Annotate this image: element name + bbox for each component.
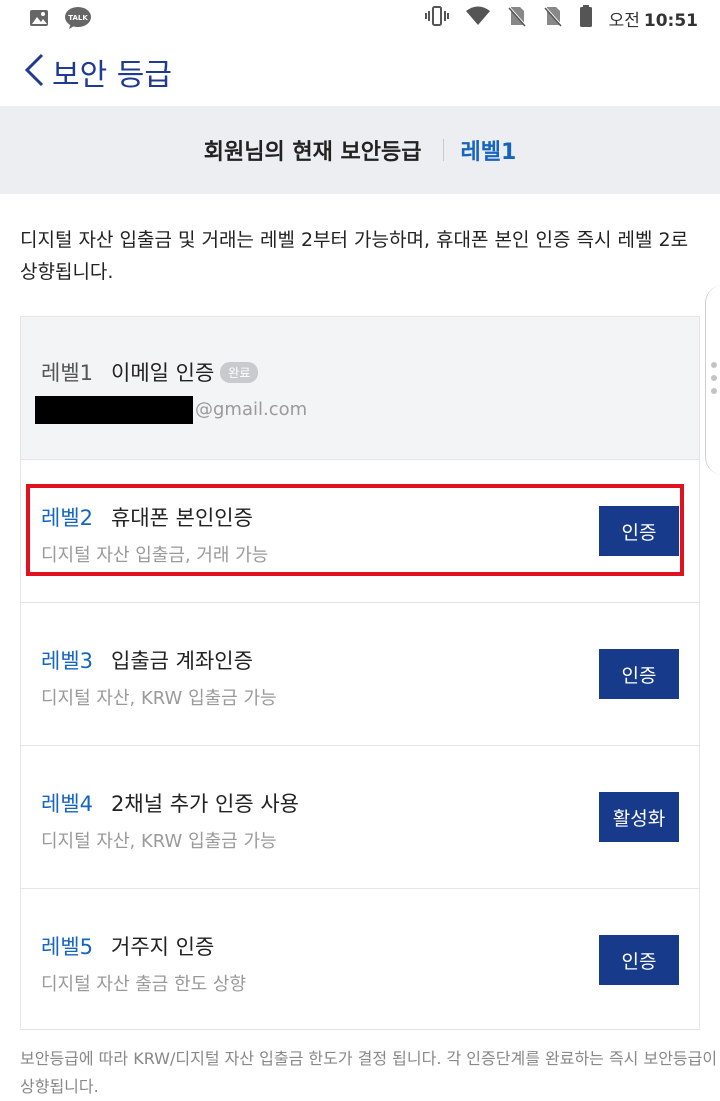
status-bar-left: TALK [28,6,92,34]
level-2-label: 레벨2 [41,506,94,530]
level-1-row: 레벨1 이메일 인증 완료 @gmail.com [21,317,699,460]
level-2-verify-button[interactable]: 인증 [599,506,679,556]
verified-email: @gmail.com [35,396,307,424]
level-2-name: 휴대폰 본인인증 [111,506,253,530]
back-button[interactable] [14,48,54,92]
level-1-name: 이메일 인증 [111,361,215,385]
level-5-subtitle: 디지털 자산 출금 한도 상향 [41,974,247,995]
level-4-row: 레벨4 2채널 추가 인증 사용 디지털 자산, KRW 입출금 가능 활성화 [21,746,699,889]
level-5-label: 레벨5 [41,935,94,959]
vibrate-icon [424,5,449,31]
current-level-banner: 회원님의 현재 보안등급 레벨1 [0,106,720,194]
level-5-verify-button[interactable]: 인증 [599,935,679,985]
level-3-row: 레벨3 입출금 계좌인증 디지털 자산, KRW 입출금 가능 인증 [21,603,699,746]
level-description: 디지털 자산 입출금 및 거래는 레벨 2부터 가능하며, 휴대폰 본인 인증 … [20,229,689,283]
app-header: 보안 등급 [0,36,720,104]
email-redaction [35,396,193,424]
level-3-title: 레벨3 입출금 계좌인증 [41,645,253,675]
level-1-label: 레벨1 [41,361,94,385]
current-level-label: 회원님의 현재 보안등급 [203,140,422,165]
wifi-icon [465,6,491,30]
clock: 오전 10:51 [608,10,698,31]
no-sim-icon [543,5,563,31]
security-level-list: 레벨1 이메일 인증 완료 @gmail.com 레벨2 휴대폰 본인인증 디지털 자… [20,316,700,1030]
level-4-title: 레벨4 2채널 추가 인증 사용 [41,788,299,818]
level-5-title: 레벨5 거주지 인증 [41,931,214,961]
status-bar: TALK 오전 10:51 [0,0,720,36]
chevron-left-icon [24,53,44,87]
kakaotalk-icon: TALK [64,6,92,34]
level-2-subtitle: 디지털 자산 입출금, 거래 가능 [41,545,269,566]
completed-badge: 완료 [220,361,259,383]
level-4-label: 레벨4 [41,792,94,816]
gallery-icon [28,7,50,33]
level-2-row: 레벨2 휴대폰 본인인증 디지털 자산 입출금, 거래 가능 인증 [21,460,699,603]
banner-divider [443,139,445,161]
edge-handle-dots [711,362,717,394]
svg-text:TALK: TALK [68,14,88,22]
level-4-name: 2채널 추가 인증 사용 [111,792,299,816]
level-5-row: 레벨5 거주지 인증 디지털 자산 출금 한도 상향 인증 [21,889,699,1029]
level-3-label: 레벨3 [41,649,94,673]
battery-icon [579,5,593,31]
level-1-title: 레벨1 이메일 인증 완료 [41,357,259,387]
email-suffix: @gmail.com [195,399,308,420]
level-3-subtitle: 디지털 자산, KRW 입출금 가능 [41,688,277,709]
level-4-activate-button[interactable]: 활성화 [599,792,679,842]
current-level-value: 레벨1 [460,140,517,165]
level-2-title: 레벨2 휴대폰 본인인증 [41,502,253,532]
level-3-verify-button[interactable]: 인증 [599,649,679,699]
level-5-name: 거주지 인증 [111,935,215,959]
status-bar-right: 오전 10:51 [424,5,698,31]
page-title: 보안 등급 [52,58,172,93]
level-4-subtitle: 디지털 자산, KRW 입출금 가능 [41,831,277,852]
footnote: 보안등급에 따라 KRW/디지털 자산 입출금 한도가 결정 됩니다. 각 인증… [20,1049,718,1096]
no-sim-icon [507,5,527,31]
level-3-name: 입출금 계좌인증 [111,649,253,673]
